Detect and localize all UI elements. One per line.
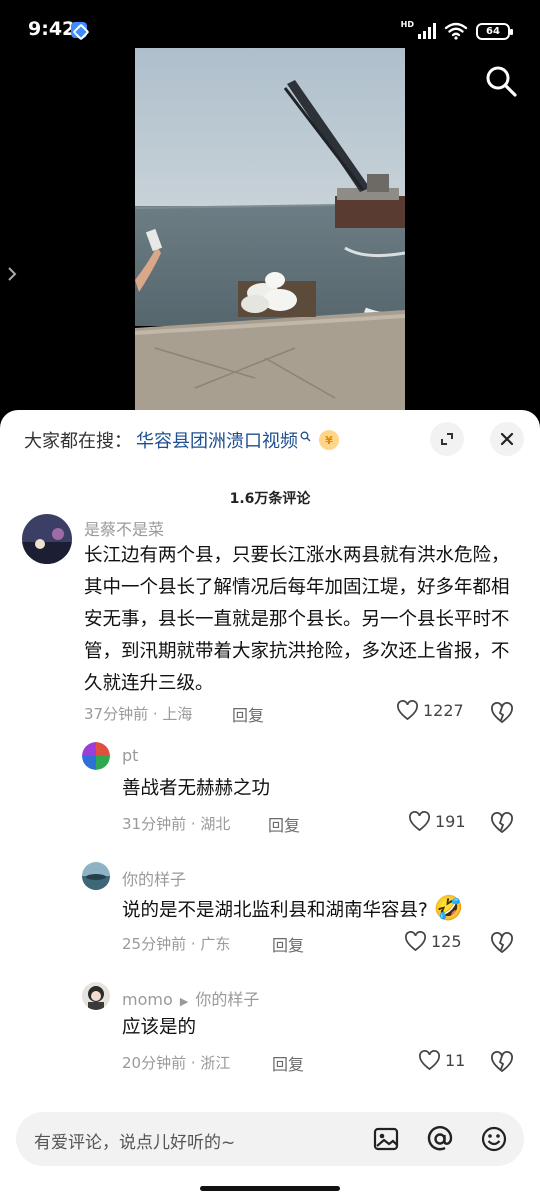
comment-text: 说的是不是湖北监利县和湖南华容县? 🤣 <box>122 892 522 927</box>
avatar[interactable] <box>82 742 110 770</box>
small-search-icon <box>300 431 311 441</box>
comment-meta: 31分钟前 · 湖北 <box>122 815 231 833</box>
video-player[interactable] <box>0 48 540 418</box>
comment-meta: 25分钟前 · 广东 <box>122 935 231 953</box>
comment-input-placeholder[interactable]: 有爱评论，说点儿好听的~ <box>34 1128 235 1153</box>
like-count: 125 <box>431 932 462 951</box>
dislike-icon[interactable] <box>490 702 514 724</box>
hd-label: HD <box>400 19 414 29</box>
reply-button[interactable]: 回复 <box>268 812 300 836</box>
status-bar: 9:42 HD 64 <box>0 0 540 52</box>
avatar[interactable] <box>82 982 110 1010</box>
signal-icon <box>418 23 436 39</box>
battery-icon: 64 <box>476 22 513 40</box>
heart-icon <box>397 700 418 721</box>
reply-button[interactable]: 回复 <box>232 702 264 726</box>
avatar[interactable] <box>82 862 110 890</box>
comment-meta: 20分钟前 · 浙江 <box>122 1054 231 1072</box>
heart-icon <box>419 1050 440 1071</box>
hot-search-bar[interactable]: 大家都在搜： 华容县团洲溃口视频 ¥ <box>24 424 339 456</box>
comment-text-body: 说的是不是湖北监利县和湖南华容县? <box>122 900 428 921</box>
comment-author[interactable]: 是蔡不是菜 <box>84 516 164 540</box>
like-count: 1227 <box>423 701 464 720</box>
comment-count: 1.6万条评论 <box>229 491 311 507</box>
like-button[interactable]: 11 <box>418 1050 465 1071</box>
comment-input-bar[interactable]: 有爱评论，说点儿好听的~ <box>16 1112 524 1166</box>
comment-text: 善战者无赫赫之功 <box>122 778 271 799</box>
chevron-right-icon[interactable] <box>6 266 18 282</box>
reply-button[interactable]: 回复 <box>272 1051 304 1075</box>
avatar[interactable] <box>22 514 72 564</box>
comment-text: 长江边有两个县，只要长江涨水两县就有洪水危险，其中一个县长了解情况后每年加固江堤… <box>84 545 510 694</box>
like-button[interactable]: 1227 <box>396 700 464 721</box>
comment-text: 应该是的 <box>122 1017 197 1038</box>
reply-button[interactable]: 回复 <box>272 932 304 956</box>
status-indicators: HD 64 <box>400 19 513 42</box>
reply-target[interactable]: 你的样子 <box>195 990 259 1009</box>
app-notification-icon <box>71 22 87 38</box>
dislike-icon[interactable] <box>490 932 514 954</box>
like-count: 11 <box>445 1051 466 1070</box>
comment-author[interactable]: momo <box>122 990 173 1009</box>
home-indicator[interactable] <box>200 1186 340 1191</box>
comment-sheet: 大家都在搜： 华容县团洲溃口视频 ¥ 1.6万条评论 是蔡不是菜 长江边有两个县… <box>0 410 540 1200</box>
wifi-icon <box>444 22 468 40</box>
close-button[interactable] <box>490 422 524 456</box>
reply-arrow-icon: ▶ <box>179 995 189 1008</box>
like-count: 191 <box>435 812 466 831</box>
comment-meta: 37分钟前 · 上海 <box>84 705 193 723</box>
at-mention-icon[interactable] <box>426 1125 454 1153</box>
hot-search-prefix: 大家都在搜： <box>24 431 132 452</box>
like-button[interactable]: 191 <box>408 811 466 832</box>
comment-author-line: momo ▶ 你的样子 <box>122 986 259 1010</box>
image-icon[interactable] <box>372 1125 400 1153</box>
laughing-emoji: 🤣 <box>433 894 464 922</box>
comment-author[interactable]: 你的样子 <box>122 866 186 890</box>
search-icon[interactable] <box>484 64 518 98</box>
expand-button[interactable] <box>430 422 464 456</box>
comment-author[interactable]: pt <box>122 746 138 765</box>
close-icon <box>500 432 514 446</box>
status-time: 9:42 <box>28 18 76 40</box>
dislike-icon[interactable] <box>490 1051 514 1073</box>
heart-icon <box>409 811 430 832</box>
coin-icon: ¥ <box>319 430 339 450</box>
emoji-icon[interactable] <box>480 1125 508 1153</box>
hot-search-keyword[interactable]: 华容县团洲溃口视频 <box>136 427 298 453</box>
video-frame[interactable] <box>135 48 405 418</box>
like-button[interactable]: 125 <box>404 931 462 952</box>
screen: 9:42 HD 64 大家都在搜： 华容县团洲溃口视频 ¥ 1.6万条评论 是蔡… <box>0 0 540 1200</box>
dislike-icon[interactable] <box>490 812 514 834</box>
heart-icon <box>405 931 426 952</box>
expand-icon <box>441 433 453 445</box>
